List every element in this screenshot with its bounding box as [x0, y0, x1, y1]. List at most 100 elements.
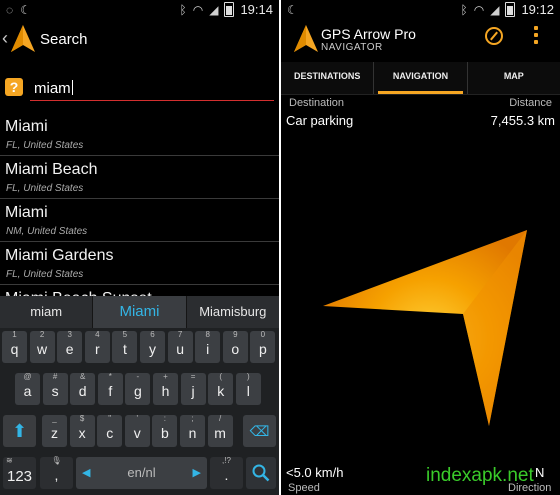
key-e[interactable]: 3e: [57, 330, 83, 363]
result-region: FL, United States: [6, 140, 84, 151]
swipe-hint-icon: ≋: [6, 456, 13, 465]
whatsapp-icon: ◌: [6, 3, 14, 17]
key-hint: 1: [12, 330, 17, 339]
result-item[interactable]: Miami NM, United States: [0, 199, 279, 242]
question-icon[interactable]: ?: [5, 78, 23, 96]
key-hint: @: [23, 372, 32, 381]
key-label: w: [37, 341, 48, 357]
keyboard-row-2: ) l(k = j + h - g * f & d # s @ a: [0, 372, 279, 407]
key-label: y: [149, 341, 156, 357]
punctuation-key[interactable]: ,!? .: [210, 456, 243, 489]
key-x[interactable]: $ x: [69, 414, 95, 447]
key-o[interactable]: 9o: [222, 330, 248, 363]
key-i[interactable]: 8i: [195, 330, 221, 363]
key-hint: &: [80, 372, 86, 381]
key-q[interactable]: 1q: [2, 330, 27, 363]
key-h[interactable]: + h: [153, 372, 178, 405]
suggestion-item[interactable]: Miamisburg: [187, 296, 279, 328]
key-hint: 6: [150, 330, 155, 339]
key-y[interactable]: 6y: [140, 330, 165, 363]
app-title: GPS Arrow Pro: [321, 26, 416, 42]
tab-map[interactable]: MAP: [468, 62, 560, 94]
wifi-icon: ◠: [473, 2, 485, 17]
key-u[interactable]: 7u: [167, 330, 193, 363]
key-a[interactable]: @ a: [15, 372, 40, 405]
result-item[interactable]: Miami FL, United States: [0, 113, 279, 156]
key-label: q: [10, 341, 19, 357]
key-c[interactable]: " c: [97, 414, 123, 447]
key-k[interactable]: (k: [208, 372, 234, 405]
result-item[interactable]: Miami Beach FL, United States: [0, 156, 279, 199]
search-input[interactable]: miam: [30, 78, 274, 101]
key-m[interactable]: / m: [207, 414, 233, 447]
direction-value: N: [535, 465, 545, 480]
suggestion-item-selected[interactable]: Miami: [93, 296, 187, 328]
speed-label: Speed: [288, 482, 320, 494]
key-hint: _: [52, 414, 57, 423]
suggestion-strip: miam Miami Miamisburg: [0, 296, 279, 328]
key-hint: 3: [67, 330, 72, 339]
destination-label: Destination: [289, 97, 345, 109]
backspace-key[interactable]: ⌫: [243, 415, 276, 447]
key-label: v: [133, 425, 141, 441]
key-l[interactable]: ) l: [235, 372, 261, 405]
bluetooth-icon: ᛒ: [460, 2, 468, 17]
soft-keyboard: 0p9o8i7u6y5t4r3e2w1q ) l(k = j + h - g * f & d # s @ a …: [0, 328, 279, 495]
app-logo-icon[interactable]: [293, 24, 319, 54]
key-j[interactable]: = j: [180, 372, 206, 405]
keyboard-row-1: 0p9o8i7u6y5t4r3e2w1q: [0, 330, 279, 365]
numbers-key[interactable]: ≋ 123: [3, 456, 36, 489]
key-g[interactable]: -g: [125, 372, 151, 405]
battery-icon: [505, 2, 516, 17]
key-b[interactable]: :b: [152, 414, 178, 447]
search-key[interactable]: [246, 457, 276, 489]
battery-icon: [224, 2, 235, 17]
key-z[interactable]: _ z: [42, 414, 67, 447]
key-label: p: [258, 341, 267, 357]
suggestion-item[interactable]: miam: [0, 296, 94, 328]
status-bar: ◌ ☾ ᛒ ◠ ◢ 19:14: [0, 0, 279, 20]
wifi-icon: ◠: [192, 2, 204, 17]
destination-value: Car parking: [286, 113, 354, 128]
back-icon[interactable]: ‹: [2, 28, 8, 49]
key-hint: 0: [260, 330, 266, 339]
search-screen: ◌ ☾ ᛒ ◠ ◢ 19:14 ‹ Search ? miam Miami FL,…: [0, 0, 279, 495]
key-s[interactable]: # s: [42, 372, 68, 405]
search-input-value: miam: [34, 80, 71, 97]
key-d[interactable]: & d: [70, 372, 96, 405]
key-label: t: [122, 341, 127, 357]
keyboard-row-3: / m; n: b ' v " c $ x _ z ⬆ ⌫: [0, 414, 279, 449]
key-f[interactable]: * f: [97, 372, 123, 405]
key-hint: *: [108, 372, 112, 381]
space-key[interactable]: ◀ en/nl ▶: [76, 457, 207, 489]
key-v[interactable]: ' v: [124, 414, 150, 447]
key-label: j: [191, 383, 195, 399]
cursor-left-icon: ◀: [82, 467, 91, 479]
action-bar: GPS Arrow Pro NAVIGATOR: [281, 20, 560, 60]
voice-key[interactable]: 🎙 ,: [40, 456, 73, 489]
key-label: s: [51, 383, 59, 399]
tab-navigation[interactable]: NAVIGATION: [374, 62, 468, 94]
overflow-menu-icon[interactable]: [534, 26, 538, 47]
notification-icon: ☾: [287, 3, 298, 17]
key-label: g: [133, 383, 142, 399]
app-logo-icon[interactable]: [10, 24, 36, 54]
navigation-screen: ☾ ᛒ ◠ ◢ 19:12 GPS Arrow Pro NAVIGATOR DE…: [281, 0, 560, 495]
key-n[interactable]: ; n: [180, 414, 205, 447]
result-name: Miami: [5, 204, 48, 221]
key-hint: +: [163, 372, 168, 381]
tab-destinations[interactable]: DESTINATIONS: [281, 62, 375, 94]
key-t[interactable]: 5t: [112, 330, 138, 363]
key-w[interactable]: 2w: [29, 330, 55, 363]
key-r[interactable]: 4r: [84, 330, 110, 363]
key-hint: ": [108, 414, 112, 423]
key-hint: :: [163, 414, 166, 423]
key-hint: #: [52, 372, 58, 381]
watermark: indexapk.net: [426, 465, 534, 486]
key-label: e: [65, 341, 74, 357]
key-p[interactable]: 0p: [250, 330, 276, 363]
key-hint: /: [218, 414, 222, 423]
compass-icon[interactable]: [485, 27, 503, 45]
shift-key[interactable]: ⬆: [3, 415, 36, 447]
result-item[interactable]: Miami Gardens FL, United States: [0, 242, 279, 285]
